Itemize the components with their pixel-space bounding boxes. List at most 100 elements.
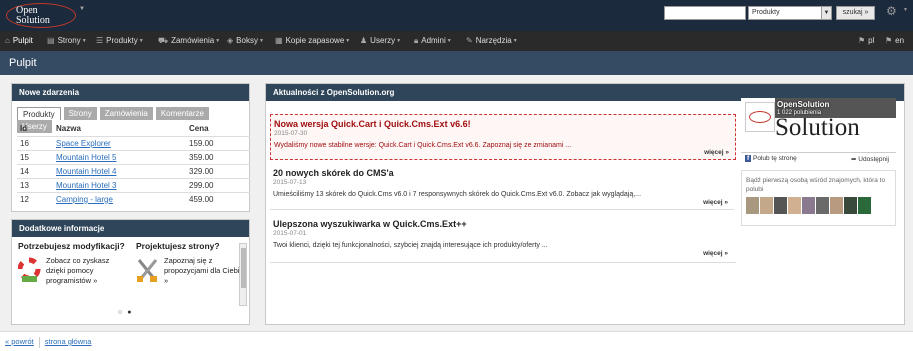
avatar[interactable] (774, 197, 787, 214)
events-tabs: Produkty Strony Zamówienia Komentarze Us… (17, 107, 249, 133)
avatar[interactable] (858, 197, 871, 214)
news-text: Umieściliśmy 13 skórek do Quick.Cms v6.0… (273, 191, 642, 198)
tab-produkty[interactable]: Produkty (17, 107, 61, 120)
cart-icon: ⛟ (158, 36, 169, 45)
page-title: Pulpit (0, 51, 913, 75)
main-nav: ⌂ Pulpit ▤ Strony▼ ☰ Produkty▼ ⛟ Zamówienia▼… (0, 31, 913, 51)
info-modifications-link[interactable]: Zobacz co zyskasz dzięki pomocy programi… (46, 256, 109, 285)
search-input[interactable] (664, 6, 746, 20)
user-icon: ♟ (360, 36, 368, 45)
column-header: Cena (189, 124, 209, 134)
lang-label: pl (868, 36, 875, 45)
divider (270, 262, 736, 263)
cell-price: 159.00 (186, 135, 250, 150)
slider-dots[interactable]: ○● (118, 309, 136, 316)
search-type-select[interactable]: Produkty ▼ (748, 6, 832, 20)
table-row: 15 Mountain Hotel 5 359.00 (17, 149, 250, 164)
gear-icon[interactable]: ⚙ (886, 4, 897, 18)
facebook-like-label: Polub tę stronę (752, 155, 797, 162)
news-date: 2015-07-13 (273, 179, 307, 186)
nav-item-userzy[interactable]: ♟ Userzy▼ (360, 31, 401, 51)
facebook-page-name[interactable]: OpenSolution (777, 100, 829, 109)
news-title[interactable]: 20 nowych skórek do CMS'a (273, 168, 731, 178)
lang-en[interactable]: ⚑ en (885, 31, 904, 51)
chevron-down-icon[interactable]: ▼ (903, 7, 908, 13)
avatar[interactable] (760, 197, 773, 214)
caret-icon: ▼ (81, 38, 87, 44)
archive-icon: ▦ (275, 36, 283, 45)
product-link[interactable]: Mountain Hotel 5 (56, 153, 116, 162)
news-title[interactable]: Nowa wersja Quick.Cart i Quick.Cms.Ext v… (274, 119, 732, 129)
avatar[interactable] (844, 197, 857, 214)
nav-item-admini[interactable]: 🔒︎ Admini▼ (414, 31, 452, 51)
nav-item-strony[interactable]: ▤ Strony▼ (47, 31, 87, 51)
tools-icon: ✎ (466, 36, 473, 45)
nav-label: Produkty (106, 36, 138, 45)
product-link[interactable]: Mountain Hotel 4 (56, 167, 116, 176)
facebook-brand: Solution (775, 114, 860, 141)
avatar[interactable] (802, 197, 815, 214)
info-title: Potrzebujesz modyfikacji? (18, 241, 125, 251)
avatar[interactable] (816, 197, 829, 214)
extra-info-slides: Potrzebujesz modyfikacji? Zobacz co zysk… (12, 237, 244, 307)
cell-price: 359.00 (186, 149, 250, 164)
more-link[interactable]: więcej » (703, 199, 728, 206)
home-link[interactable]: strona główna (45, 337, 92, 346)
tab-strony[interactable]: Strony (63, 107, 97, 120)
events-title: Nowe zdarzenia (12, 84, 249, 101)
facebook-share-button[interactable]: ➦ Udostępnij (851, 155, 889, 163)
logo[interactable]: Open Solution (6, 3, 76, 28)
cell-price: 329.00 (186, 163, 250, 178)
column-header: Id (20, 124, 28, 134)
news-panel: Aktualności z OpenSolution.org Nowa wers… (265, 83, 905, 325)
product-link[interactable]: Space Explorer (56, 139, 111, 148)
nav-label: Zamówienia (171, 36, 215, 45)
extra-info-title: Dodatkowe informacje (12, 220, 249, 237)
facebook-friends: Bądź pierwszą osobą wśród znajomych, któ… (741, 170, 896, 226)
news-title[interactable]: Ulepszona wyszukiwarka w Quick.Cms.Ext++ (273, 219, 731, 229)
products-table: Id Nazwa Cena 16 Space Explorer 159.00 15 M… (17, 122, 250, 206)
avatar[interactable] (830, 197, 843, 214)
nav-item-produkty[interactable]: ☰ Produkty▼ (96, 31, 144, 51)
nav-item-pulpit[interactable]: ⌂ Pulpit (5, 31, 33, 51)
scrollbar-thumb[interactable] (241, 248, 246, 288)
caret-icon: ▼ (396, 38, 402, 44)
lifebuoy-icon (17, 256, 41, 284)
search-button[interactable]: szukaj » (836, 6, 875, 20)
slider-dot[interactable]: ● (127, 309, 136, 316)
scrollbar[interactable] (239, 243, 247, 306)
info-designers-link[interactable]: Zapoznaj się z propozycjami dla Ciebie » (164, 256, 244, 285)
tab-komentarze[interactable]: Komentarze (155, 107, 209, 120)
slider-dot-active[interactable]: ○ (118, 309, 127, 316)
nav-item-zamowienia[interactable]: ⛟ Zamówienia▼ (158, 31, 220, 51)
nav-label: Boksy (236, 36, 258, 45)
list-icon: ☰ (96, 36, 104, 45)
back-link[interactable]: « powrót (5, 337, 34, 346)
chevron-down-icon[interactable]: ▼ (79, 6, 85, 12)
product-link[interactable]: Mountain Hotel 3 (56, 181, 116, 190)
tools-icon (136, 256, 159, 284)
avatar[interactable] (746, 197, 759, 214)
lang-pl[interactable]: ⚑ pl (858, 31, 874, 51)
avatar[interactable] (788, 197, 801, 214)
more-link[interactable]: więcej » (704, 149, 729, 156)
extra-info-panel: Dodatkowe informacje Potrzebujesz modyfi… (11, 219, 250, 325)
info-modifications: Potrzebujesz modyfikacji? Zobacz co zysk… (17, 241, 130, 286)
caret-icon: ▼ (215, 38, 221, 44)
nav-item-narzedzia[interactable]: ✎ Narzędzia▼ (466, 31, 518, 51)
nav-item-boksy[interactable]: ◈ Boksy▼ (227, 31, 264, 51)
column-header: Nazwa (56, 124, 81, 134)
product-link[interactable]: Camping - large (56, 195, 113, 204)
news-text: Wydaliśmy nowe stabilne wersje: Quick.Ca… (274, 142, 572, 149)
share-icon: ➦ (851, 156, 857, 163)
facebook-like-button[interactable]: f Polub tę stronę (745, 155, 797, 162)
nav-item-kopie-zapasowe[interactable]: ▦ Kopie zapasowe▼ (275, 31, 350, 51)
info-title: Projektujesz strony? (136, 241, 220, 251)
chevron-down-icon: ▼ (821, 7, 831, 19)
cell-id: 13 (17, 177, 53, 192)
more-link[interactable]: więcej » (703, 250, 728, 257)
tab-zamowienia[interactable]: Zamówienia (99, 107, 153, 120)
cell-id: 12 (17, 191, 53, 206)
caret-icon: ▼ (446, 38, 452, 44)
news-item-highlight: Nowa wersja Quick.Cart i Quick.Cms.Ext v… (270, 114, 736, 160)
